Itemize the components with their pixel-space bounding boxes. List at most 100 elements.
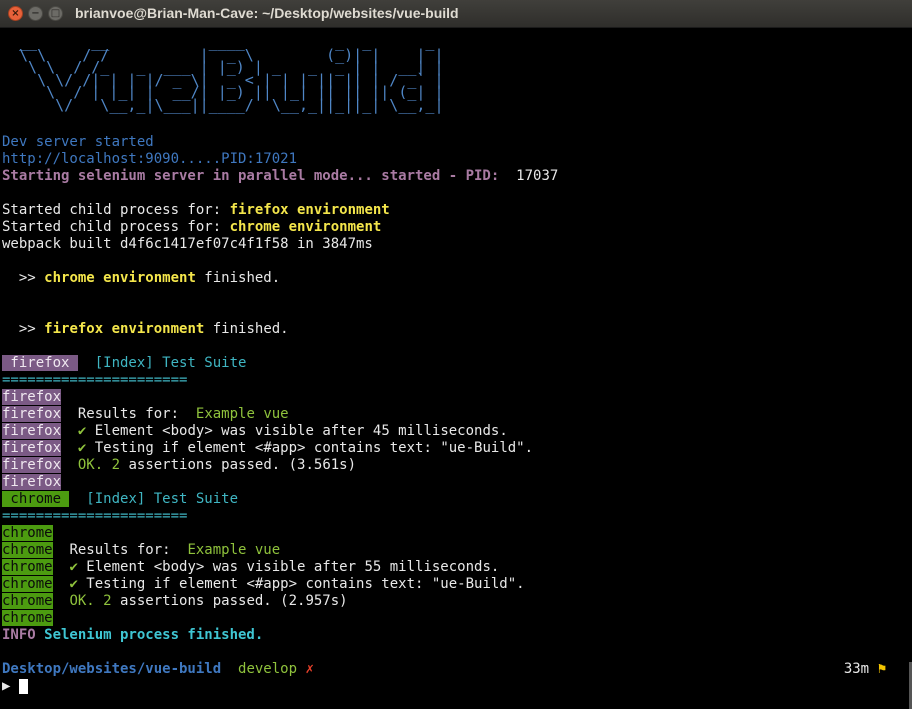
- passed-text: assertions passed. (2.957s): [111, 593, 348, 609]
- gutter-line: chrome: [2, 525, 912, 542]
- dev-server-line: Dev server started: [2, 134, 154, 150]
- chrome-gutter: chrome: [2, 525, 53, 541]
- assertion-count: 2: [94, 593, 112, 609]
- prompt-info-line: Desktop/websites/vue-build develop ✗ 33m …: [2, 661, 912, 678]
- passed-text: assertions passed. (3.561s): [120, 457, 357, 473]
- results-label: Results for:: [77, 406, 196, 422]
- info-line: INFO Selenium process finished.: [2, 627, 912, 644]
- text-cursor: [18, 678, 28, 694]
- env-name: firefox environment: [229, 202, 390, 218]
- title-bar: × − □ brianvoe@Brian-Man-Cave: ~/Desktop…: [0, 0, 912, 28]
- prompt-input-line[interactable]: ▶: [2, 678, 912, 695]
- chrome-gutter: chrome: [2, 593, 53, 609]
- chrome-gutter: chrome: [2, 610, 53, 626]
- window-title: brianvoe@Brian-Man-Cave: ~/Desktop/websi…: [75, 5, 459, 21]
- summary-line: chrome OK. 2 assertions passed. (2.957s): [2, 593, 912, 610]
- assertion-text: Testing if element <#app> contains text:…: [77, 576, 525, 592]
- gutter-line: firefox: [2, 474, 912, 491]
- chrome-finished-line: >> chrome environment finished.: [2, 270, 912, 287]
- check-icon: ✔: [69, 559, 78, 575]
- chrome-gutter: chrome: [2, 542, 53, 558]
- prompt-arrow-icon: ▶: [2, 678, 11, 694]
- finished-text: finished.: [195, 270, 281, 286]
- firefox-finished-line: >> firefox environment finished.: [2, 321, 912, 338]
- close-button[interactable]: ×: [8, 6, 23, 21]
- chrome-gutter: chrome: [2, 576, 53, 592]
- child-prefix: Started child process for:: [2, 219, 230, 235]
- ascii-banner: __ __ ____ _ _ _ \ \ / / | _ \ (_)| | | …: [2, 28, 912, 117]
- localhost-line: http://localhost:9090.....PID:17021: [2, 151, 298, 167]
- firefox-gutter: firefox: [2, 457, 62, 473]
- chrome-gutter: chrome: [2, 559, 53, 575]
- selenium-pid: 17037: [516, 168, 559, 184]
- assertion-text: Element <body> was visible after 55 mill…: [77, 559, 500, 575]
- gutter-line: firefox: [2, 389, 912, 406]
- assertion-line: firefox ✔ Element <body> was visible aft…: [2, 423, 912, 440]
- minimize-button[interactable]: −: [28, 6, 43, 21]
- maximize-icon: □: [50, 7, 61, 19]
- results-name: Example vue: [195, 406, 289, 422]
- child-process-firefox: Started child process for: firefox envir…: [2, 202, 912, 219]
- maximize-button[interactable]: □: [48, 6, 63, 21]
- terminal-window: × − □ brianvoe@Brian-Man-Cave: ~/Desktop…: [0, 0, 912, 709]
- info-message: Selenium process finished.: [35, 627, 264, 643]
- elapsed-time: 33m: [843, 661, 870, 677]
- dirty-icon: ✗: [305, 661, 314, 677]
- env-name: firefox environment: [44, 321, 205, 337]
- info-label: INFO: [2, 627, 36, 643]
- check-icon: ✔: [69, 576, 78, 592]
- ascii-line: \/ \__,_|\___||____/ \__,_||_||_| \__,_|: [10, 95, 444, 114]
- ok-text: OK.: [69, 593, 95, 609]
- arrow: >>: [2, 270, 45, 286]
- assertion-line: chrome ✔ Element <body> was visible afte…: [2, 559, 912, 576]
- finished-text: finished.: [204, 321, 289, 337]
- chrome-suite-header: chrome [Index] Test Suite: [2, 491, 912, 508]
- results-line: firefox Results for: Example vue: [2, 406, 912, 423]
- results-name: Example vue: [187, 542, 281, 558]
- git-branch: develop: [238, 661, 298, 677]
- firefox-tag: firefox: [2, 355, 78, 371]
- gutter-line: chrome: [2, 610, 912, 627]
- assertion-line: firefox ✔ Testing if element <#app> cont…: [2, 440, 912, 457]
- child-process-chrome: Started child process for: chrome enviro…: [2, 219, 912, 236]
- firefox-gutter: firefox: [2, 406, 62, 422]
- firefox-gutter: firefox: [2, 440, 62, 456]
- assertion-text: Testing if element <#app> contains text:…: [86, 440, 534, 456]
- assertion-line: chrome ✔ Testing if element <#app> conta…: [2, 576, 912, 593]
- firefox-gutter: firefox: [2, 423, 62, 439]
- chrome-tag: chrome: [2, 491, 70, 507]
- ok-text: OK.: [77, 457, 104, 473]
- webpack-line: webpack built d4f6c1417ef07c4f1f58 in 38…: [2, 236, 373, 252]
- close-icon: ×: [11, 7, 20, 19]
- assertion-count: 2: [103, 457, 121, 473]
- prompt-path: Desktop/websites/vue-build: [2, 661, 222, 677]
- firefox-gutter: firefox: [2, 389, 62, 405]
- assertion-text: Element <body> was visible after 45 mill…: [86, 423, 508, 439]
- flag-icon: ⚑: [877, 661, 886, 677]
- firefox-suite-header: firefox [Index] Test Suite: [2, 355, 912, 372]
- child-prefix: Started child process for:: [2, 202, 230, 218]
- results-label: Results for:: [69, 542, 188, 558]
- summary-line: firefox OK. 2 assertions passed. (3.561s…: [2, 457, 912, 474]
- env-name: chrome environment: [44, 270, 196, 286]
- suite-name: [Index] Test Suite: [94, 355, 247, 371]
- right-prompt: 33m ⚑: [844, 661, 886, 678]
- separator: ======================: [2, 372, 188, 388]
- results-line: chrome Results for: Example vue: [2, 542, 912, 559]
- arrow: >>: [2, 321, 45, 337]
- env-name: chrome environment: [229, 219, 382, 235]
- selenium-line: Starting selenium server in parallel mod…: [2, 168, 912, 185]
- minimize-icon: −: [31, 7, 40, 19]
- selenium-text: Starting selenium server in parallel mod…: [2, 168, 500, 184]
- firefox-gutter: firefox: [2, 474, 62, 490]
- suite-name: [Index] Test Suite: [86, 491, 239, 507]
- separator: ======================: [2, 508, 188, 524]
- terminal-output[interactable]: __ __ ____ _ _ _ \ \ / / | _ \ (_)| | | …: [0, 28, 912, 695]
